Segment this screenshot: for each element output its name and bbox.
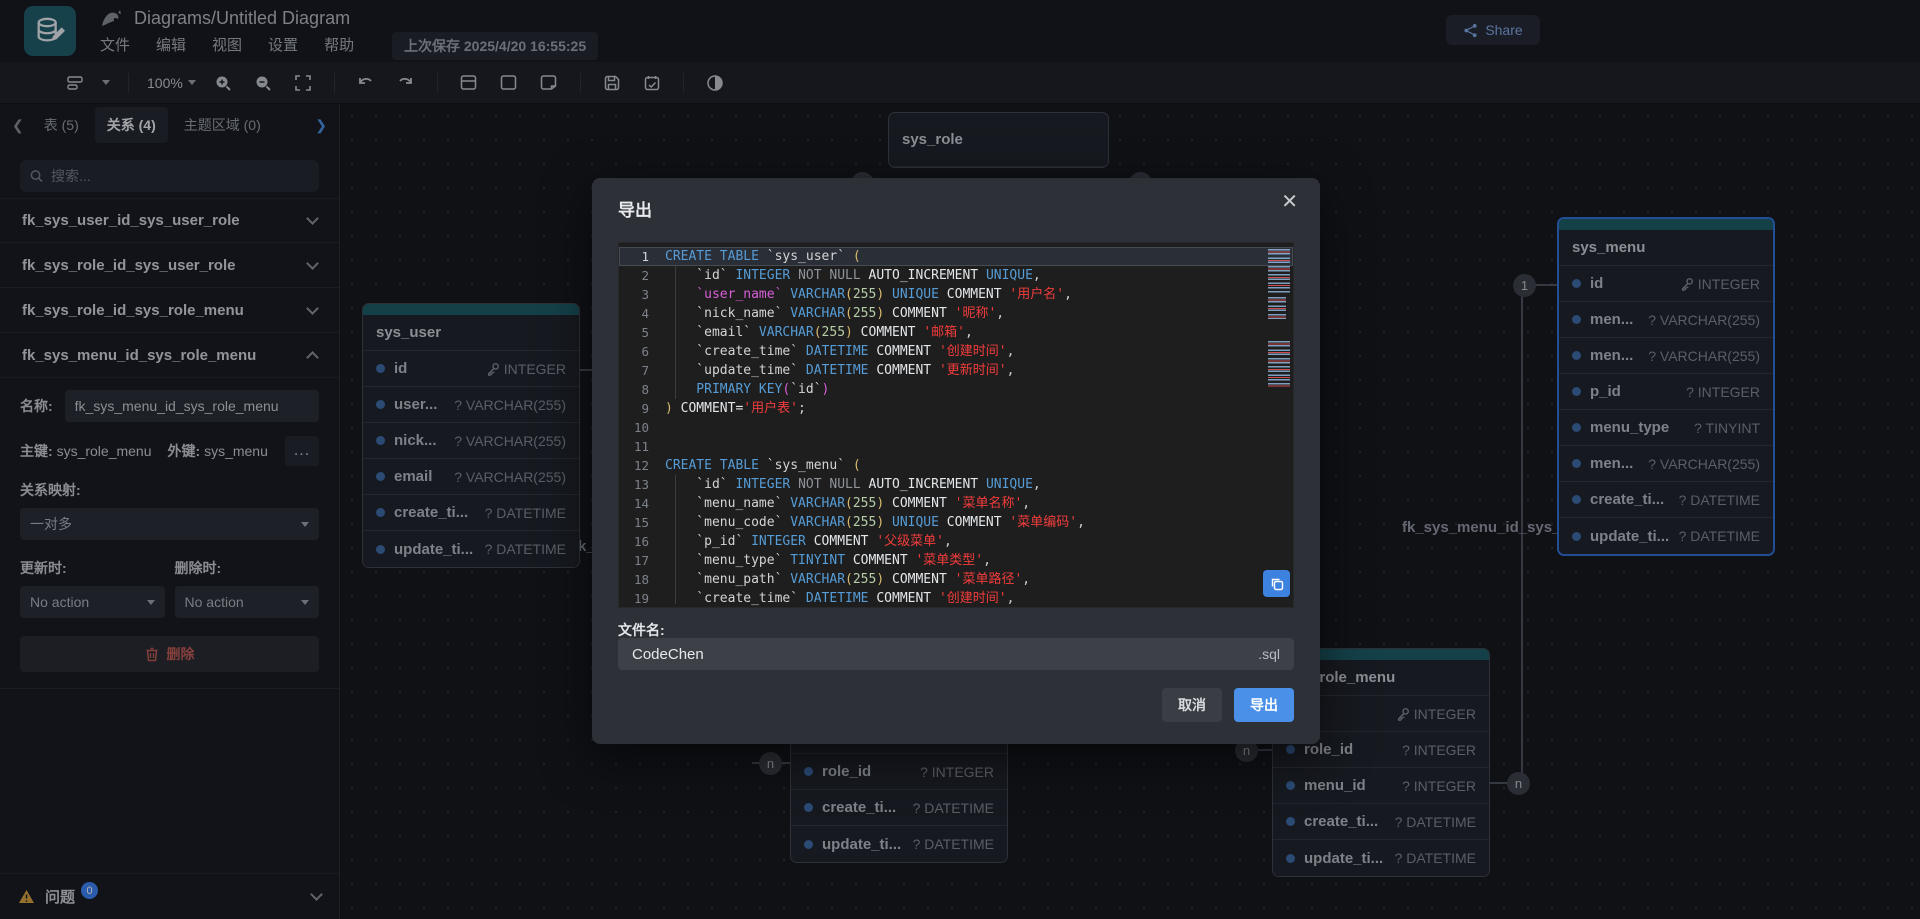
- line-number: 15: [619, 513, 665, 532]
- line-number: 19: [619, 589, 665, 608]
- line-number: 4: [619, 304, 665, 323]
- line-number: 3: [619, 285, 665, 304]
- export-button[interactable]: 导出: [1234, 688, 1294, 722]
- cancel-button[interactable]: 取消: [1162, 688, 1222, 722]
- line-number: 17: [619, 551, 665, 570]
- code-line-7: 7 `update_time` DATETIME COMMENT '更新时间',: [619, 361, 1293, 380]
- code-line-13: 13 `id` INTEGER NOT NULL AUTO_INCREMENT …: [619, 475, 1293, 494]
- modal-title: 导出: [618, 196, 652, 221]
- line-number: 11: [619, 437, 665, 456]
- line-number: 8: [619, 380, 665, 399]
- code-line-3: 3 `user_name` VARCHAR(255) UNIQUE COMMEN…: [619, 285, 1293, 304]
- line-number: 7: [619, 361, 665, 380]
- line-number: 18: [619, 570, 665, 589]
- line-number: 13: [619, 475, 665, 494]
- code-line-18: 18 `menu_path` VARCHAR(255) COMMENT '菜单路…: [619, 570, 1293, 589]
- line-number: 14: [619, 494, 665, 513]
- line-number: 9: [619, 399, 665, 418]
- indent-guide: [675, 266, 676, 399]
- code-line-6: 6 `create_time` DATETIME COMMENT '创建时间',: [619, 342, 1293, 361]
- code-line-2: 2 `id` INTEGER NOT NULL AUTO_INCREMENT U…: [619, 266, 1293, 285]
- filename-field: .sql: [618, 638, 1294, 670]
- code-line-8: 8 PRIMARY KEY(`id`): [619, 380, 1293, 399]
- line-number: 6: [619, 342, 665, 361]
- copy-code-button[interactable]: [1263, 570, 1290, 597]
- app-root: Diagrams/Untitled Diagram 文件编辑视图设置帮助 上次保…: [0, 0, 1920, 919]
- code-line-5: 5 `email` VARCHAR(255) COMMENT '邮箱',: [619, 323, 1293, 342]
- code-line-19: 19 `create_time` DATETIME COMMENT '创建时间'…: [619, 589, 1293, 608]
- line-number: 16: [619, 532, 665, 551]
- line-number: 2: [619, 266, 665, 285]
- line-number: 5: [619, 323, 665, 342]
- code-line-9: 9) COMMENT='用户表';: [619, 399, 1293, 418]
- indent-guide: [675, 475, 676, 604]
- copy-icon: [1270, 577, 1284, 591]
- sql-code-editor[interactable]: 1CREATE TABLE `sys_user` (2 `id` INTEGER…: [618, 242, 1294, 608]
- export-modal: 导出 ✕ 1CREATE TABLE `sys_user` (2 `id` IN…: [592, 178, 1320, 744]
- code-line-14: 14 `menu_name` VARCHAR(255) COMMENT '菜单名…: [619, 494, 1293, 513]
- close-icon[interactable]: ✕: [1281, 192, 1298, 212]
- line-number: 12: [619, 456, 665, 475]
- code-line-16: 16 `p_id` INTEGER COMMENT '父级菜单',: [619, 532, 1293, 551]
- filename-extension: .sql: [1258, 646, 1280, 662]
- code-line-12: 12CREATE TABLE `sys_menu` (: [619, 456, 1293, 475]
- code-line-11: 11: [619, 437, 1293, 456]
- line-number: 1: [619, 247, 665, 266]
- code-line-17: 17 `menu_type` TINYINT COMMENT '菜单类型',: [619, 551, 1293, 570]
- code-line-15: 15 `menu_code` VARCHAR(255) UNIQUE COMME…: [619, 513, 1293, 532]
- line-number: 10: [619, 418, 665, 437]
- editor-minimap[interactable]: [1266, 245, 1292, 445]
- code-line-10: 10: [619, 418, 1293, 437]
- filename-input[interactable]: [632, 646, 1258, 663]
- code-line-4: 4 `nick_name` VARCHAR(255) COMMENT '昵称',: [619, 304, 1293, 323]
- filename-label: 文件名:: [618, 620, 665, 640]
- code-line-1: 1CREATE TABLE `sys_user` (: [619, 247, 1293, 266]
